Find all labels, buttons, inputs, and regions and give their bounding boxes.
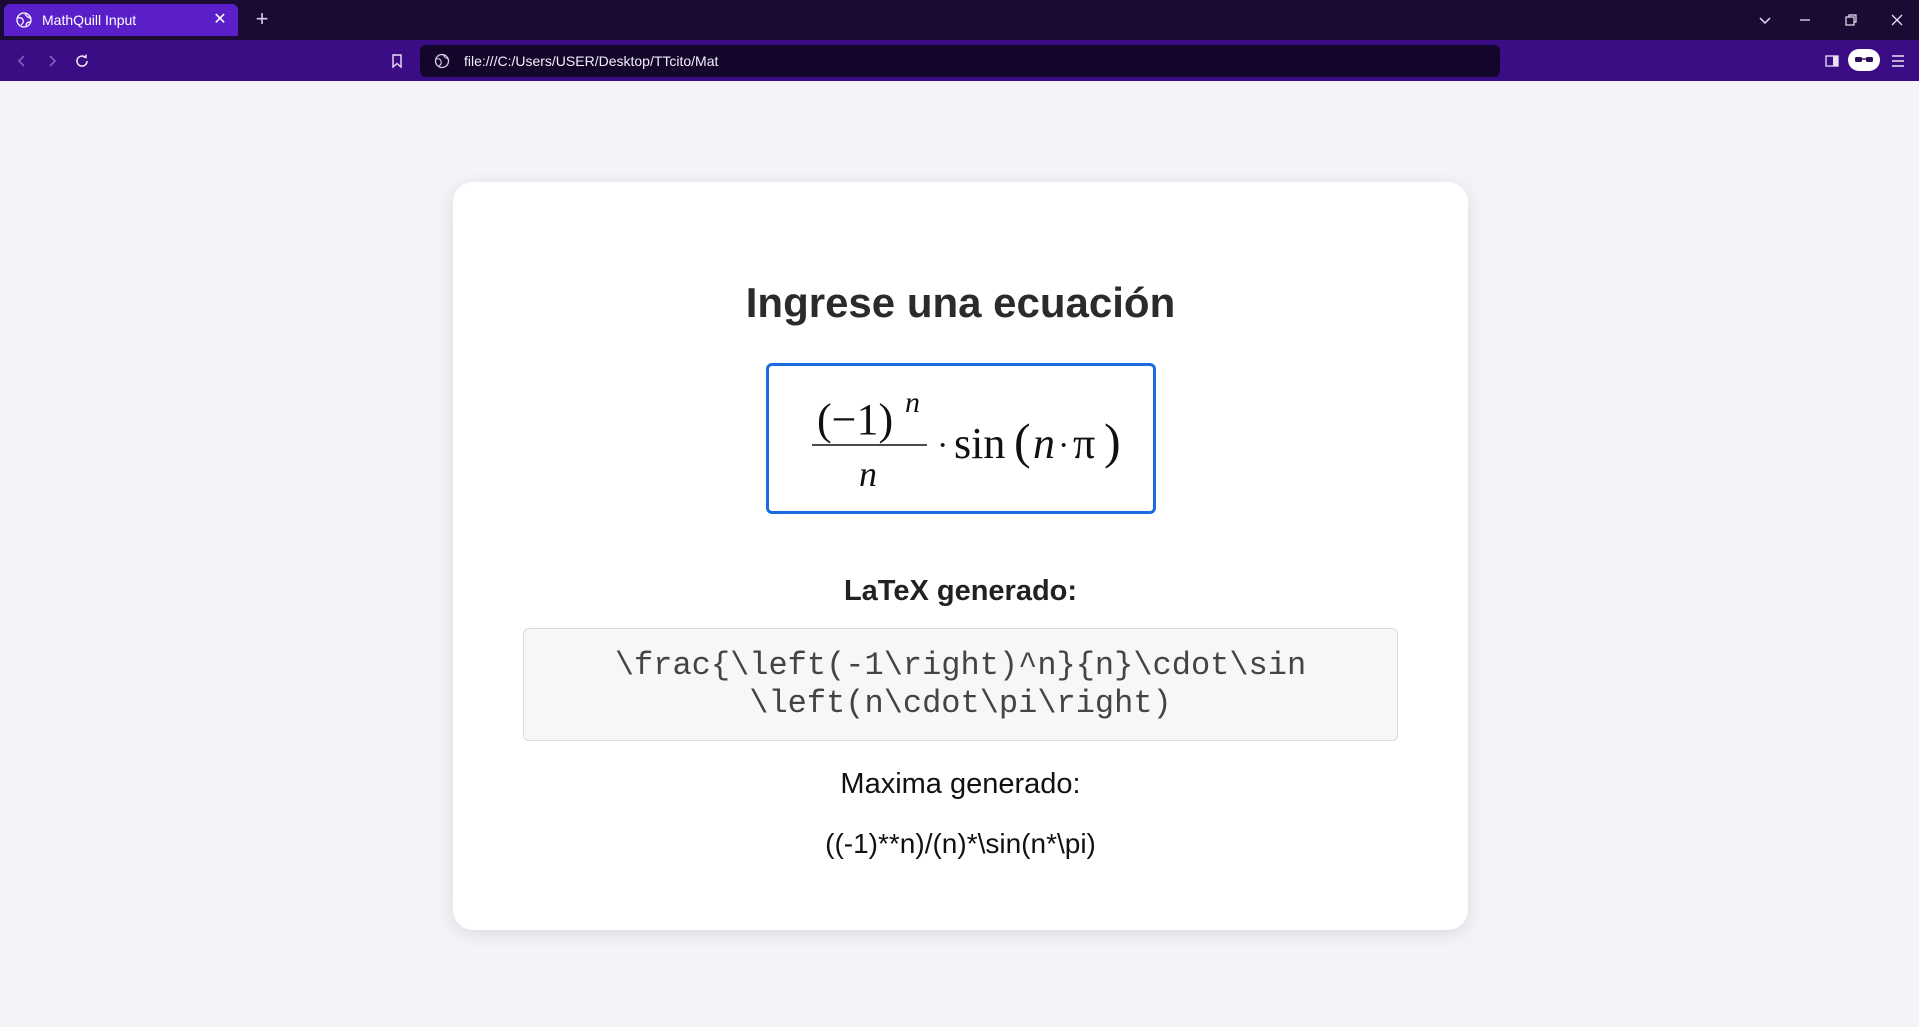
sin-function: sin	[954, 419, 1005, 468]
bookmark-icon[interactable]	[385, 49, 409, 73]
tab-mathquill-input[interactable]: MathQuill Input ✕	[4, 4, 238, 36]
minimize-icon[interactable]	[1790, 8, 1820, 32]
reader-glasses-icon[interactable]	[1848, 49, 1880, 71]
open-paren: (	[1014, 413, 1031, 469]
url-text[interactable]: file:///C:/Users/USER/Desktop/TTcito/Mat	[464, 53, 718, 69]
latex-output: \frac{\left(-1\right)^n}{n}\cdot\sin\lef…	[614, 646, 1307, 722]
site-info-icon[interactable]	[434, 53, 450, 69]
denominator: n	[859, 454, 877, 494]
page-title: Ingrese una ecuación	[745, 279, 1176, 326]
close-icon[interactable]	[1882, 8, 1912, 32]
globe-icon	[16, 12, 32, 28]
sidebar-icon[interactable]	[1820, 49, 1844, 73]
tab-title: MathQuill Input	[42, 12, 137, 28]
argument-cdot: ·	[1058, 427, 1069, 464]
address-bar[interactable]: file:///C:/Users/USER/Desktop/TTcito/Mat	[420, 45, 1500, 77]
forward-arrow-icon[interactable]	[40, 49, 64, 73]
maxima-output: ((-1)**n)/(n)*\sin(n*\pi)	[825, 828, 1096, 859]
cdot: ·	[937, 427, 948, 464]
hamburger-menu-icon[interactable]	[1886, 49, 1910, 73]
restore-icon[interactable]	[1836, 8, 1866, 32]
tab-bar: MathQuill Input ✕ +	[0, 0, 1919, 40]
navigation-bar: file:///C:/Users/USER/Desktop/TTcito/Mat	[0, 40, 1919, 81]
numerator-base: (−1)	[817, 395, 893, 444]
reload-icon[interactable]	[70, 49, 94, 73]
argument-variable: n	[1033, 419, 1055, 468]
content-card: Ingrese una ecuación (−1) n n · sin ( n …	[453, 182, 1468, 930]
new-tab-button[interactable]: +	[250, 8, 274, 32]
close-paren: )	[1104, 413, 1121, 469]
close-icon[interactable]: ✕	[212, 12, 228, 28]
back-arrow-icon[interactable]	[10, 49, 34, 73]
maxima-label: Maxima generado:	[840, 768, 1081, 800]
pi-symbol: π	[1073, 419, 1095, 468]
latex-output-box: \frac{\left(-1\right)^n}{n}\cdot\sin\lef…	[523, 628, 1398, 741]
math-input-field[interactable]: (−1) n n · sin ( n · π )	[766, 363, 1156, 514]
latex-label: LaTeX generado:	[843, 575, 1078, 607]
numerator-exponent: n	[905, 386, 920, 419]
chevron-down-icon[interactable]	[1750, 8, 1780, 32]
